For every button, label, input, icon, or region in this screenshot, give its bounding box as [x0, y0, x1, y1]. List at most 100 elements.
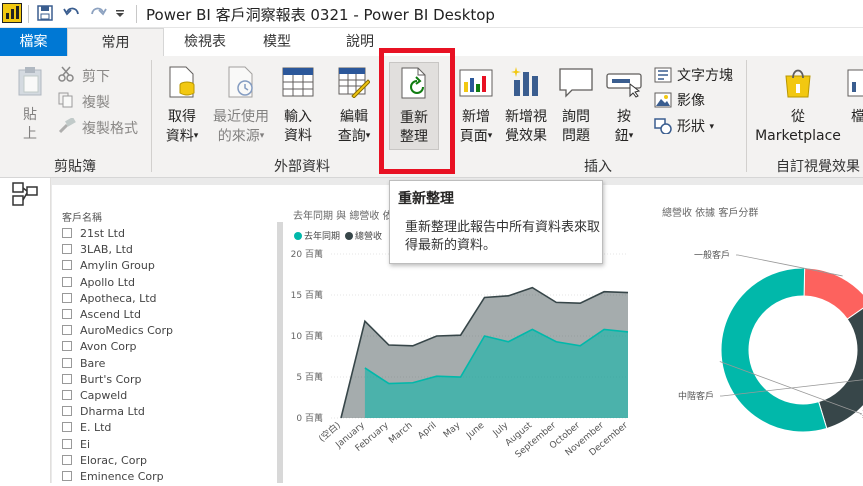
new-visual-icon	[511, 67, 538, 96]
slicer-item[interactable]: Amylin Group	[62, 259, 155, 275]
recent-sources-icon	[228, 66, 253, 98]
donut-label: 一般客戶	[694, 249, 730, 261]
slicer-item[interactable]: Apotheca, Ltd	[62, 292, 157, 308]
ask-question-button[interactable]: 詢問 問題	[556, 66, 596, 146]
shapes-button[interactable]: 形狀 ▾	[677, 116, 714, 136]
copy-button[interactable]: 複製	[82, 92, 110, 112]
checkbox[interactable]	[62, 292, 72, 303]
tab-file[interactable]: 檔案	[0, 28, 67, 56]
paste-button[interactable]: 貼 上	[10, 66, 50, 144]
edit-queries-button[interactable]: 編輯 查詢▾	[332, 66, 376, 147]
tooltip-body: 重新整理此報告中所有資料表來取得最新的資料。	[405, 220, 601, 253]
slicer-item[interactable]: Dharma Ltd	[62, 405, 145, 421]
x-tick-label: March	[387, 421, 414, 446]
buttons-button[interactable]: 按 鈕▾	[604, 66, 644, 147]
slicer-item[interactable]: Apollo Ltd	[62, 276, 135, 292]
slicer-item[interactable]: Avon Corp	[62, 340, 137, 356]
y-tick-label: 20 百萬	[291, 248, 323, 260]
checkbox[interactable]	[62, 373, 72, 384]
tooltip-title: 重新整理	[398, 191, 454, 207]
refresh-tooltip: 重新整理 重新整理此報告中所有資料表來取得最新的資料。	[389, 180, 603, 264]
donut-slice[interactable]	[803, 267, 863, 320]
new-visual-button[interactable]: 新增視 覺效果	[502, 66, 550, 146]
cut-button[interactable]: 剪下	[82, 66, 110, 86]
scissors-icon	[58, 66, 74, 82]
slicer-item-label: 21st Ltd	[80, 227, 125, 240]
powerbi-app-icon[interactable]	[2, 3, 22, 23]
enter-data-button[interactable]: 輸入 資料	[278, 66, 318, 146]
area-chart[interactable]: 0 百萬5 百萬10 百萬15 百萬20 百萬(空白)JanuaryFebrua…	[283, 240, 643, 483]
checkbox[interactable]	[62, 325, 72, 336]
textbox-icon	[654, 67, 672, 83]
file-icon	[847, 69, 863, 97]
format-painter-button[interactable]: 複製格式	[82, 118, 138, 138]
checkbox[interactable]	[62, 454, 72, 465]
slicer-item-label: 3LAB, Ltd	[80, 243, 133, 257]
image-button[interactable]: 影像	[677, 90, 705, 110]
redo-icon[interactable]	[89, 5, 107, 21]
edit-queries-icon	[338, 67, 371, 99]
new-page-button[interactable]: 新增 頁面▾	[456, 66, 496, 147]
get-data-icon	[169, 66, 195, 98]
tab-home[interactable]: 常用	[67, 28, 164, 56]
slicer-item[interactable]: Burt's Corp	[62, 373, 142, 389]
button-shape-icon	[606, 73, 642, 98]
marketplace-bag-icon	[785, 69, 811, 98]
checkbox[interactable]	[62, 244, 72, 255]
slicer-item-label: AuroMedics Corp	[80, 324, 173, 338]
left-view-bar	[0, 178, 51, 483]
textbox-button[interactable]: 文字方塊	[677, 65, 733, 85]
y-tick-label: 15 百萬	[291, 289, 323, 301]
checkbox[interactable]	[62, 357, 72, 368]
checkbox[interactable]	[62, 309, 72, 319]
title-bar: Power BI 客戶洞察報表 0321 - Power BI Desktop	[0, 0, 863, 28]
checkbox[interactable]	[62, 471, 72, 481]
tab-modeling[interactable]: 模型	[247, 28, 307, 56]
slicer-item-label: Dharma Ltd	[80, 405, 145, 419]
checkbox[interactable]	[62, 406, 72, 417]
checkbox[interactable]	[62, 438, 72, 449]
recent-sources-button[interactable]: 最近使用 的來源▾	[209, 66, 273, 147]
model-view-icon[interactable]	[12, 182, 38, 206]
insert-group-label: 插入	[584, 159, 612, 175]
slicer-item[interactable]: 3LAB, Ltd	[62, 243, 133, 259]
area-chart-title: 去年同期 與 總營收 依	[293, 211, 393, 222]
checkbox[interactable]	[62, 390, 72, 400]
from-file-button[interactable]: 檔	[846, 66, 863, 127]
slicer-item[interactable]: Ei	[62, 438, 90, 454]
slicer-item[interactable]: Ascend Ltd	[62, 308, 141, 324]
slicer-item-label: Elorac, Corp	[80, 453, 147, 467]
slicer-item-label: Avon Corp	[80, 340, 137, 354]
save-icon[interactable]	[37, 5, 53, 21]
tab-view[interactable]: 檢視表	[175, 28, 235, 56]
copy-icon	[58, 92, 73, 108]
customize-toolbar-icon[interactable]	[115, 10, 125, 18]
slicer-item-label: Burt's Corp	[80, 372, 142, 386]
checkbox[interactable]	[62, 260, 72, 271]
new-page-icon	[459, 69, 493, 97]
slicer-item-label: Ascend Ltd	[80, 308, 141, 321]
slicer-item[interactable]: AuroMedics Corp	[62, 324, 173, 340]
donut-chart[interactable]: 一般客戶中階客戶其	[660, 215, 863, 483]
checkbox[interactable]	[62, 228, 72, 238]
slicer-item[interactable]: Capweld	[62, 389, 127, 405]
donut-slice[interactable]	[818, 303, 863, 430]
x-tick-label: June	[464, 420, 487, 441]
y-tick-label: 10 百萬	[291, 330, 323, 342]
slicer-item[interactable]: Bare	[62, 357, 105, 373]
from-marketplace-button[interactable]: 從 Marketplace	[752, 66, 844, 146]
slicer-item[interactable]: E. Ltd	[62, 421, 111, 437]
checkbox[interactable]	[62, 341, 72, 352]
slicer-item-label: Apotheca, Ltd	[80, 291, 157, 305]
slicer-item[interactable]: 21st Ltd	[62, 227, 125, 243]
slicer-item-label: E. Ltd	[80, 421, 112, 435]
checkbox[interactable]	[62, 422, 72, 433]
undo-icon[interactable]	[63, 5, 81, 21]
slicer-title: 客戶名稱	[62, 213, 102, 224]
slicer-item[interactable]: Eminence Corp	[62, 470, 164, 486]
window-title: Power BI 客戶洞察報表 0321 - Power BI Desktop	[146, 6, 495, 24]
custom-visuals-group-label: 自訂視覺效果	[776, 159, 860, 175]
slicer-item[interactable]: Elorac, Corp	[62, 454, 147, 470]
checkbox[interactable]	[62, 276, 72, 287]
get-data-button[interactable]: 取得 資料▾	[158, 66, 206, 147]
